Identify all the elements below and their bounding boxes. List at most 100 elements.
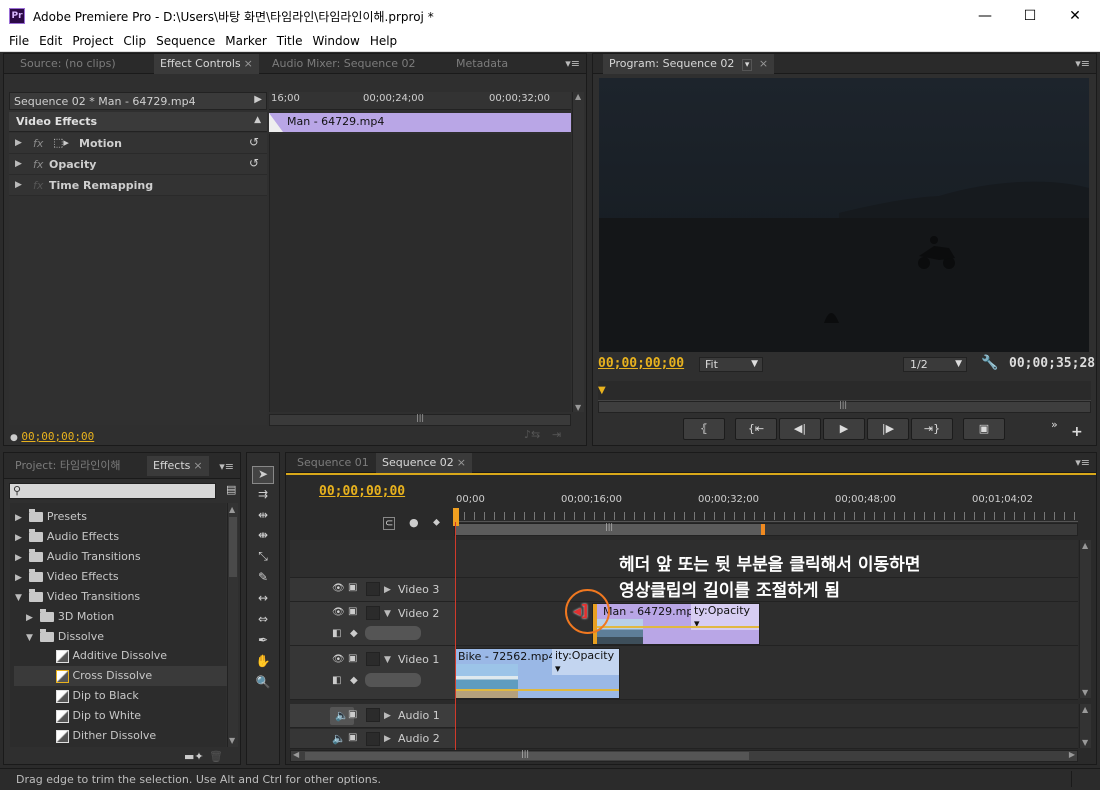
sync-lock-icon[interactable]: ▣	[348, 709, 357, 720]
tab-effects[interactable]: Effects ×	[147, 456, 209, 476]
expand-triangle-icon[interactable]: ▶	[384, 711, 391, 721]
menu-sequence[interactable]: Sequence	[151, 32, 220, 51]
expand-triangle-icon[interactable]: ▶	[15, 159, 22, 169]
track-lane-audio-2[interactable]	[455, 729, 1078, 749]
menu-edit[interactable]: Edit	[34, 32, 67, 51]
set-encore-marker-icon[interactable]: ●	[409, 516, 419, 529]
effect-row-opacity[interactable]: ▶ fx Opacity ↺	[9, 154, 267, 175]
add-marker-icon[interactable]: ⬥	[433, 517, 440, 528]
keyframe-navigator[interactable]	[365, 673, 421, 687]
sync-lock-icon[interactable]: ▣	[348, 582, 357, 593]
expand-triangle-icon[interactable]: ▶	[384, 734, 391, 744]
loop-icon[interactable]: ♪⇆	[524, 428, 540, 441]
play-only-icon[interactable]: ▶	[254, 94, 262, 105]
collapse-icon[interactable]: ▲	[254, 115, 261, 125]
tree-item-dither-dissolve[interactable]: Dither Dissolve	[14, 726, 227, 746]
close-tab-icon[interactable]: ×	[759, 57, 768, 70]
collapse-triangle-icon[interactable]: ▼	[15, 593, 22, 603]
video-tracks-scrollbar[interactable]: ▲ ▼	[1079, 540, 1091, 698]
close-tab-icon[interactable]: ×	[457, 456, 466, 469]
step-back-button[interactable]: ◀|	[779, 418, 821, 440]
ripple-edit-tool-icon[interactable]: ⇹	[252, 508, 274, 526]
export-frame-button[interactable]: ▣	[963, 418, 1005, 440]
slip-tool-icon[interactable]: ↔	[252, 591, 274, 609]
tab-audio-mixer[interactable]: Audio Mixer: Sequence 02	[266, 54, 422, 74]
eye-icon[interactable]: 👁	[332, 583, 345, 594]
rolling-edit-tool-icon[interactable]: ⇼	[252, 528, 274, 546]
track-lane-audio-1[interactable]	[455, 704, 1078, 728]
tree-item-dip-to-white[interactable]: Dip to White	[14, 706, 227, 726]
eye-icon[interactable]: 👁	[332, 607, 345, 618]
more-controls-icon[interactable]: »	[1051, 418, 1058, 431]
effect-controls-timecode[interactable]: 00;00;00;00	[21, 430, 94, 443]
work-area-end-handle[interactable]	[761, 524, 765, 535]
reset-icon[interactable]: ↺	[249, 135, 259, 149]
effects-search-input[interactable]	[26, 484, 214, 498]
trash-icon[interactable]: 🗑	[209, 750, 223, 763]
menu-help[interactable]: Help	[365, 32, 402, 51]
vertical-scrollbar[interactable]: ▲ ▼	[572, 92, 584, 412]
expand-triangle-icon[interactable]: ▶	[15, 180, 22, 190]
zoom-tool-icon[interactable]: 🔍	[252, 675, 274, 693]
opacity-rubberband[interactable]	[595, 626, 759, 628]
resolution-dropdown[interactable]: 1/2 ▼	[903, 357, 967, 372]
minimize-button[interactable]: —	[962, 0, 1008, 32]
tree-item-cross-dissolve[interactable]: Cross Dissolve	[14, 666, 227, 686]
menu-window[interactable]: Window	[307, 32, 364, 51]
playhead-head[interactable]	[453, 508, 459, 526]
panel-menu-icon[interactable]: ▾≡	[565, 57, 580, 70]
effects-vertical-scrollbar[interactable]: ▲ ▼	[227, 503, 238, 747]
collapse-triangle-icon[interactable]: ▼	[26, 633, 33, 643]
tree-item-video-transitions[interactable]: ▼ Video Transitions	[14, 587, 227, 607]
program-video-frame[interactable]	[599, 78, 1089, 352]
close-tab-icon[interactable]: ×	[193, 459, 202, 472]
sync-lock-icon[interactable]: ▣	[348, 653, 357, 664]
timeline-current-timecode[interactable]: 00;00;00;00	[319, 484, 405, 499]
scroll-up-icon[interactable]: ▲	[229, 505, 235, 514]
speaker-icon[interactable]: 🔈	[332, 732, 346, 745]
sequence-dropdown-icon[interactable]: ▾	[741, 59, 753, 71]
keyframe-area[interactable]	[269, 134, 571, 412]
tab-effect-controls[interactable]: Effect Controls ×	[154, 54, 259, 74]
track-header-audio-2[interactable]: 🔈 ▣ ▶ Audio 2	[290, 729, 455, 749]
menu-project[interactable]: Project	[67, 32, 118, 51]
program-current-timecode[interactable]: 00;00;00;00	[598, 356, 684, 371]
expand-triangle-icon[interactable]: ▶	[15, 573, 22, 583]
timeline-zoom-scrollbar[interactable]: ◀ ||| ▶	[290, 749, 1078, 762]
effect-controls-clip[interactable]: Man - 64729.mp4	[269, 113, 571, 132]
program-zoom-scrollbar[interactable]: |||	[598, 400, 1091, 413]
tab-program[interactable]: Program: Sequence 02 ▾ ×	[603, 54, 775, 74]
display-style-icon[interactable]: ◧	[332, 675, 341, 686]
tree-item-3d-motion[interactable]: ▶ 3D Motion	[14, 607, 227, 627]
tree-item-video-effects[interactable]: ▶ Video Effects	[14, 567, 227, 587]
tree-item-presets[interactable]: ▶ Presets	[14, 507, 227, 527]
scroll-down-icon[interactable]: ▼	[575, 403, 581, 412]
tree-item-additive-dissolve[interactable]: Additive Dissolve	[14, 646, 227, 666]
add-button-icon[interactable]: +	[1071, 424, 1083, 440]
menu-title[interactable]: Title	[272, 32, 308, 51]
effect-row-motion[interactable]: ▶ fx ⬚▸ Motion ↺	[9, 133, 267, 154]
scroll-down-icon[interactable]: ▼	[1082, 688, 1088, 697]
expand-triangle-icon[interactable]: ▶	[384, 585, 391, 595]
clip-fx-dropdown[interactable]: ity:Opacity ▾	[552, 649, 619, 675]
collapse-triangle-icon[interactable]: ▼	[384, 609, 391, 619]
effects-search-box[interactable]: ⚲	[9, 483, 216, 499]
export-icon[interactable]: ⇥	[552, 428, 561, 441]
collapse-triangle-icon[interactable]: ▼	[384, 655, 391, 665]
keyframe-icon[interactable]: ◆	[350, 675, 358, 686]
track-header-video-1[interactable]: 👁 ▣ ▼ Video 1 ◧ ◆	[290, 646, 455, 700]
tree-item-audio-transitions[interactable]: ▶ Audio Transitions	[14, 547, 227, 567]
selection-tool-icon[interactable]: ➤	[252, 466, 274, 484]
reset-icon[interactable]: ↺	[249, 156, 259, 170]
scroll-down-icon[interactable]: ▼	[1082, 738, 1088, 747]
close-tab-icon[interactable]: ×	[244, 57, 253, 70]
eye-icon[interactable]: 👁	[332, 654, 345, 665]
tab-project[interactable]: Project: 타임라인이해	[9, 456, 127, 476]
playhead-marker-icon[interactable]: ▼	[598, 385, 606, 396]
expand-triangle-icon[interactable]: ▶	[26, 613, 33, 623]
snap-icon[interactable]: ⊂	[383, 517, 396, 530]
tab-source[interactable]: Source: (no clips)	[14, 54, 122, 74]
opacity-rubberband[interactable]	[456, 689, 619, 691]
maximize-button[interactable]: ☐	[1007, 0, 1053, 32]
scroll-thumb[interactable]	[229, 517, 237, 577]
